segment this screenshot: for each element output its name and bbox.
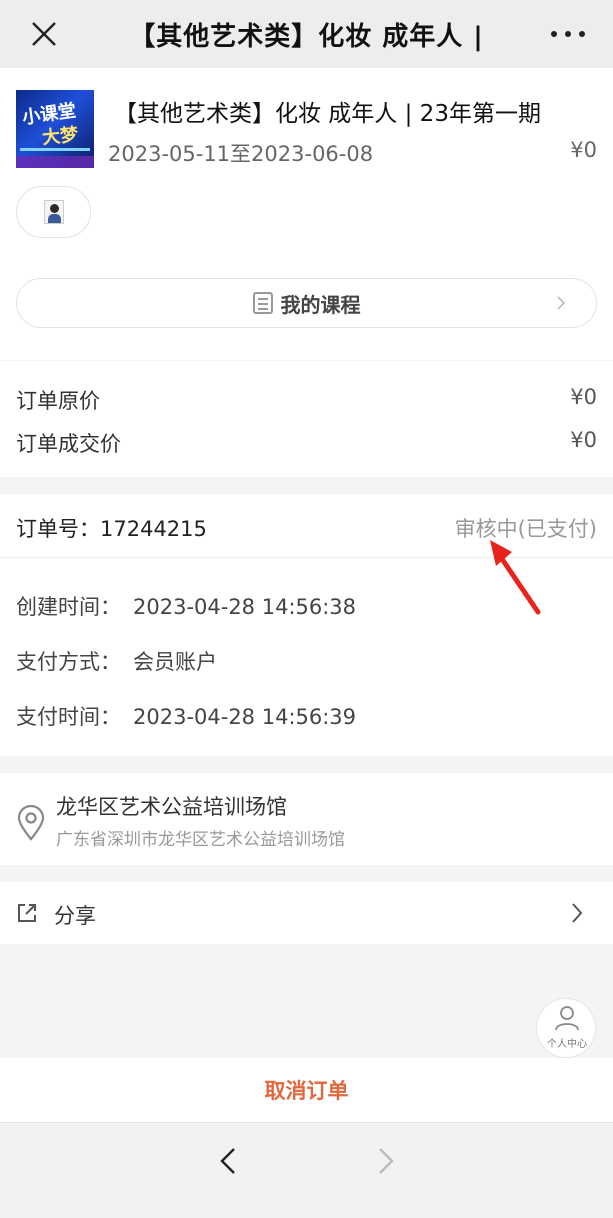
user-icon bbox=[555, 1006, 579, 1031]
course-list-icon bbox=[252, 292, 273, 314]
back-arrow-icon[interactable] bbox=[216, 1145, 240, 1177]
created-time-label: 创建时间： bbox=[16, 595, 121, 619]
course-price: ¥0 bbox=[570, 138, 597, 162]
forward-arrow-icon[interactable] bbox=[374, 1145, 398, 1177]
created-time-row: 创建时间： 2023-04-28 14:56:38 bbox=[16, 591, 356, 621]
location-card[interactable]: 龙华区艺术公益培训场馆 广东省深圳市龙华区艺术公益培训场馆 bbox=[0, 773, 613, 865]
share-icon bbox=[18, 904, 36, 922]
order-number: 订单号：17244215 bbox=[16, 513, 207, 543]
original-price-value: ¥0 bbox=[570, 385, 597, 409]
thumb-text-2: 大梦 bbox=[41, 124, 80, 149]
page-title: 【其他艺术类】化妆 成年人 | bbox=[129, 21, 484, 52]
venue-address: 广东省深圳市龙华区艺术公益培训场馆 bbox=[56, 830, 345, 850]
deal-price-row: 订单成交价 ¥0 bbox=[16, 428, 597, 458]
course-title[interactable]: 【其他艺术类】化妆 成年人 | 23年第一期 bbox=[114, 94, 541, 128]
my-course-button[interactable]: 我的课程 bbox=[16, 278, 597, 328]
student-avatar-chip[interactable] bbox=[16, 186, 91, 238]
chevron-right-icon bbox=[572, 903, 583, 923]
my-course-label: 我的课程 bbox=[280, 292, 361, 317]
chevron-right-icon bbox=[557, 296, 566, 310]
pay-time-label: 支付时间： bbox=[16, 705, 121, 729]
deal-price-label: 订单成交价 bbox=[16, 432, 121, 456]
pay-method-row: 支付方式： 会员账户 bbox=[16, 646, 217, 676]
pay-method-label: 支付方式： bbox=[16, 650, 121, 674]
avatar bbox=[43, 200, 64, 224]
order-number-value: 17244215 bbox=[100, 517, 207, 541]
course-thumbnail[interactable]: 小课堂 大梦 bbox=[16, 90, 94, 168]
original-price-label: 订单原价 bbox=[16, 389, 100, 413]
share-label: 分享 bbox=[54, 904, 96, 928]
created-time-value: 2023-04-28 14:56:38 bbox=[133, 595, 357, 619]
order-card: 订单号：17244215 审核中(已支付) 创建时间： 2023-04-28 14… bbox=[0, 494, 613, 756]
cancel-order-bar: 取消订单 bbox=[0, 1058, 613, 1122]
share-row[interactable]: 分享 bbox=[0, 882, 613, 944]
course-dates: 2023-05-11至2023-06-08 bbox=[108, 142, 374, 166]
location-pin-icon bbox=[17, 805, 45, 841]
annotation-arrow-icon bbox=[490, 540, 541, 615]
original-price-row: 订单原价 ¥0 bbox=[16, 385, 597, 415]
profile-caption: 个人中心 bbox=[547, 1039, 587, 1050]
deal-price-value: ¥0 bbox=[570, 428, 597, 452]
browser-bottom-nav bbox=[0, 1122, 613, 1218]
price-card: 订单原价 ¥0 订单成交价 ¥0 bbox=[0, 361, 613, 477]
order-number-label: 订单号： bbox=[16, 517, 100, 541]
cancel-order-button[interactable]: 取消订单 bbox=[265, 1075, 349, 1105]
course-card: 小课堂 大梦 【其他艺术类】化妆 成年人 | 23年第一期 2023-05-11… bbox=[0, 68, 613, 360]
venue-name: 龙华区艺术公益培训场馆 bbox=[56, 795, 287, 819]
pay-time-value: 2023-04-28 14:56:39 bbox=[133, 705, 357, 729]
close-icon[interactable] bbox=[28, 18, 60, 50]
more-dots-icon[interactable] bbox=[551, 22, 585, 46]
profile-center-button[interactable]: 个人中心 bbox=[536, 998, 596, 1058]
pay-method-value: 会员账户 bbox=[133, 650, 217, 674]
top-bar: 【其他艺术类】化妆 成年人 | bbox=[0, 0, 613, 68]
pay-time-row: 支付时间： 2023-04-28 14:56:39 bbox=[16, 701, 356, 731]
